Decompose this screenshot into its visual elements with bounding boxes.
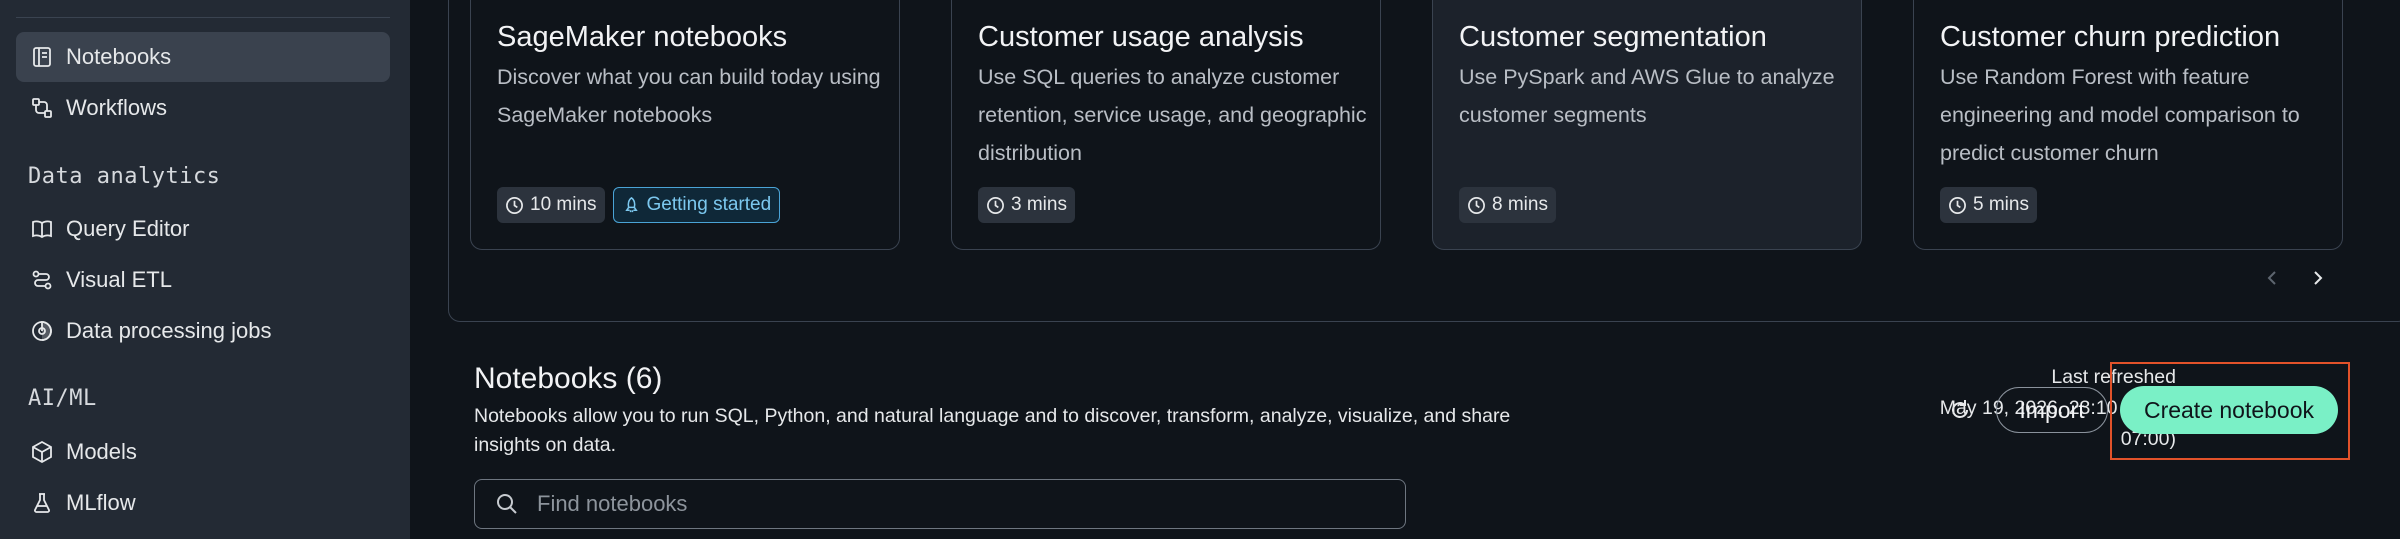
tutorial-card[interactable]: Customer segmentation Use PySpark and AW…: [1432, 0, 1862, 250]
refresh-button[interactable]: [1942, 392, 1978, 428]
duration-chip: 8 mins: [1459, 187, 1556, 223]
card-meta: 3 mins: [978, 187, 1075, 223]
card-meta: 8 mins: [1459, 187, 1556, 223]
search-box: [474, 479, 1406, 529]
carousel-prev-button[interactable]: [2256, 262, 2288, 294]
card-description: Use Random Forest with feature engineeri…: [1940, 65, 2300, 165]
sidebar-item-label: MLflow: [66, 490, 136, 515]
clock-icon: [987, 196, 1004, 214]
card-description: Use PySpark and AWS Glue to analyze cust…: [1459, 65, 1835, 127]
sidebar-item-models[interactable]: Models: [16, 427, 390, 477]
tutorial-card[interactable]: SageMaker notebooks Discover what you ca…: [470, 0, 900, 250]
sidebar-item-workflows[interactable]: Workflows: [16, 83, 390, 133]
sidebar-item-label: Workflows: [66, 95, 168, 120]
card-meta: 5 mins: [1940, 187, 2037, 223]
card-title: SageMaker notebooks: [497, 21, 788, 53]
duration-text: 5 mins: [1973, 194, 2029, 215]
section-heading-data-analytics: Data analytics: [28, 164, 221, 189]
duration-chip: 5 mins: [1940, 187, 2037, 223]
section-heading-ai-ml: AI/ML: [28, 386, 97, 411]
card-title: Customer segmentation: [1459, 21, 1767, 53]
cube-icon: [32, 440, 52, 464]
clock-icon: [506, 196, 523, 214]
refresh-icon: [1952, 400, 1968, 418]
duration-text: 3 mins: [1011, 194, 1067, 215]
page-title: Notebooks (6): [474, 362, 663, 395]
notebook-icon: [33, 47, 51, 67]
card-title: Customer usage analysis: [978, 21, 1304, 53]
book-icon: [32, 220, 52, 239]
page-description: Notebooks allow you to run SQL, Python, …: [474, 405, 1511, 456]
chevron-left-icon: [2267, 271, 2276, 285]
create-notebook-button[interactable]: Create notebook: [2120, 386, 2338, 434]
clock-icon: [1468, 196, 1485, 214]
search-input[interactable]: [535, 490, 1389, 518]
duration-text: 10 mins: [530, 194, 597, 215]
sidebar-item-label: Visual ETL: [66, 267, 172, 292]
sidebar-item-label: Query Editor: [66, 216, 190, 241]
card-title: Customer churn prediction: [1940, 21, 2281, 53]
workflow-icon: [32, 98, 52, 118]
tutorial-card[interactable]: Customer churn prediction Use Random For…: [1913, 0, 2343, 250]
sidebar-item-label: Data processing jobs: [66, 318, 272, 343]
chevron-right-icon: [2314, 271, 2323, 285]
duration-text: 8 mins: [1492, 194, 1548, 215]
rocket-icon: [624, 196, 638, 212]
clock-icon: [1949, 196, 1966, 214]
flask-icon: [34, 493, 50, 513]
divider: [16, 17, 390, 18]
badge-text: Getting started: [646, 194, 772, 215]
sidebar-item-visual-etl[interactable]: Visual ETL: [16, 255, 390, 305]
sidebar-item-label: Models: [66, 439, 137, 464]
tutorial-card[interactable]: Customer usage analysis Use SQL queries …: [951, 0, 1381, 250]
processing-icon: [32, 321, 52, 341]
getting-started-badge: Getting started: [612, 187, 781, 223]
etl-icon: [32, 270, 52, 290]
main-content: SageMaker notebooks Discover what you ca…: [410, 0, 2400, 539]
sidebar-item-mlflow[interactable]: MLflow: [16, 478, 390, 528]
card-description: Use SQL queries to analyze customer rete…: [978, 65, 1367, 165]
sidebar-item-notebooks[interactable]: Notebooks: [16, 32, 390, 82]
carousel-next-button[interactable]: [2302, 262, 2334, 294]
card-meta: 10 mins Getting started: [497, 187, 781, 223]
search-icon: [497, 494, 517, 514]
duration-chip: 3 mins: [978, 187, 1075, 223]
duration-chip: 10 mins: [497, 187, 605, 223]
sidebar-item-query-editor[interactable]: Query Editor: [16, 204, 390, 254]
import-button[interactable]: Import: [1996, 387, 2108, 433]
sidebar-item-label: Notebooks: [66, 44, 172, 69]
card-description: Discover what you can build today using …: [497, 65, 881, 127]
sidebar: Notebooks Workflows Data analytics Query…: [0, 0, 410, 539]
sidebar-item-data-processing-jobs[interactable]: Data processing jobs: [16, 306, 390, 356]
